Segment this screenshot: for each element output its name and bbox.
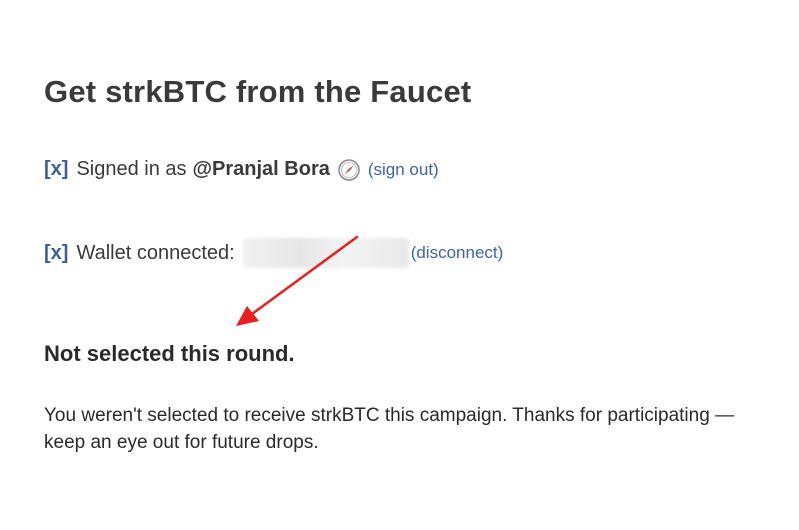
signin-label: Signed in as [76, 158, 187, 180]
username: @Pranjal Bora [192, 158, 330, 180]
sign-out-link[interactable]: (sign out) [368, 160, 439, 180]
arrow-head [236, 306, 259, 326]
wallet-row: [x] Wallet connected: (disconnect) [44, 238, 503, 268]
page-title: Get strkBTC from the Faucet [44, 74, 472, 109]
wallet-address-redacted [242, 238, 409, 268]
signin-status-marker[interactable]: [x] [44, 158, 68, 181]
compass-icon [338, 158, 360, 181]
wallet-label: Wallet connected: [76, 241, 235, 264]
faucet-page: Get strkBTC from the Faucet [x] Signed i… [0, 0, 799, 530]
signin-row: [x] Signed in as @Pranjal Bora (sign out… [44, 158, 439, 181]
disconnect-link[interactable]: (disconnect) [411, 243, 504, 263]
result-message: You weren't selected to receive strkBTC … [44, 405, 735, 453]
wallet-status-marker[interactable]: [x] [44, 242, 68, 265]
result-heading: Not selected this round. [44, 341, 295, 366]
